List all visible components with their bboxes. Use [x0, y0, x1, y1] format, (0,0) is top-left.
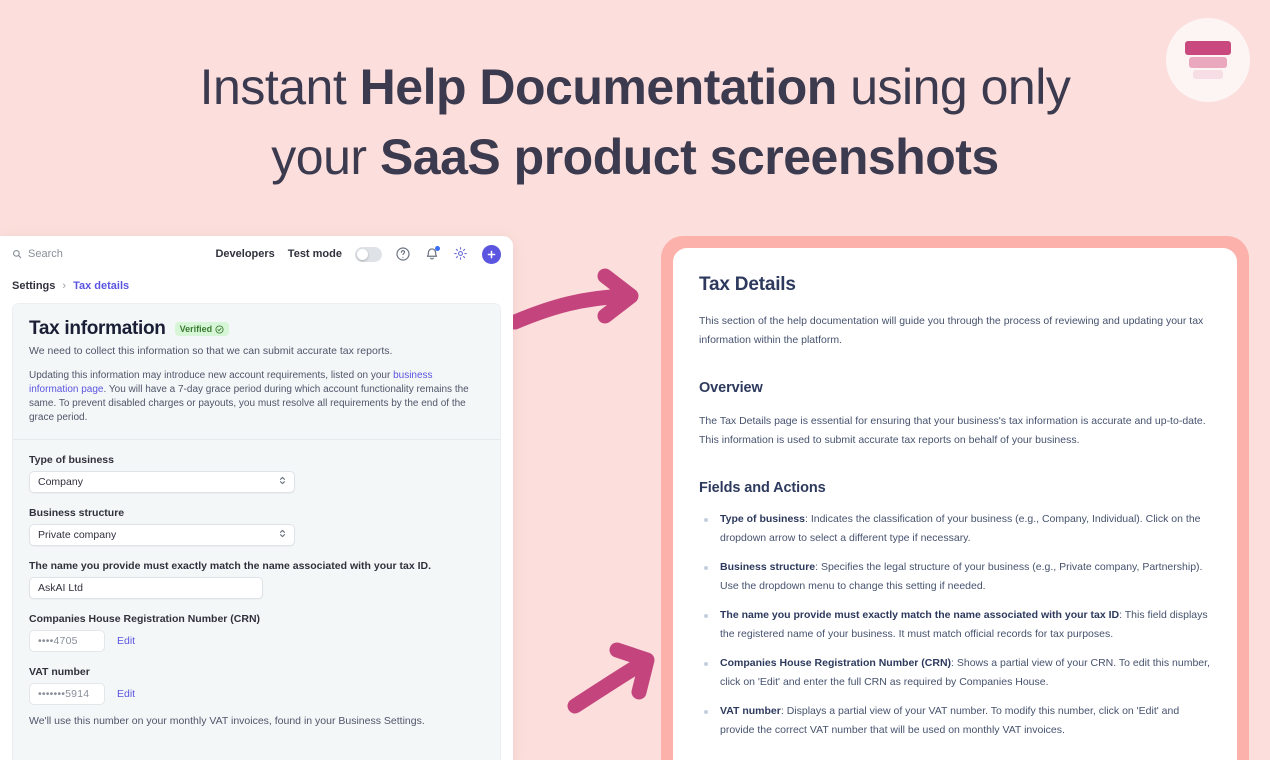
- legal-name-label: The name you provide must exactly match …: [29, 560, 484, 572]
- bullet-term: The name you provide must exactly match …: [720, 609, 1119, 621]
- arrow-top: [515, 276, 631, 322]
- field-type-of-business: Type of business Company: [29, 454, 484, 493]
- brand-logo: [1166, 18, 1250, 102]
- search-icon: [12, 249, 22, 259]
- bullet-term: Business structure: [720, 561, 815, 573]
- hero-banner: Instant Help Documentation using only yo…: [0, 0, 1270, 232]
- bullet-term: Type of business: [720, 513, 805, 525]
- headline-line-2: your SaaS product screenshots: [271, 129, 998, 185]
- crn-row: ••••4705 Edit: [29, 630, 484, 652]
- doc-intro: This section of the help documentation w…: [699, 312, 1211, 350]
- list-item: Companies House Registration Number (CRN…: [699, 654, 1211, 692]
- crn-edit-link[interactable]: Edit: [117, 635, 135, 647]
- chevron-updown-icon: [278, 475, 287, 489]
- search-input[interactable]: Search: [12, 248, 63, 260]
- logo-bar-bottom: [1193, 70, 1223, 79]
- headline-text: using only: [837, 59, 1071, 115]
- breadcrumb-separator: ›: [62, 280, 66, 292]
- breadcrumb: Settings › Tax details: [0, 272, 513, 292]
- field-crn: Companies House Registration Number (CRN…: [29, 613, 484, 652]
- field-business-structure: Business structure Private company: [29, 507, 484, 546]
- status-badge: Verified: [175, 322, 230, 336]
- headline-bold: SaaS product screenshots: [380, 129, 999, 185]
- chevron-updown-icon: [278, 528, 287, 542]
- doc-overview-heading: Overview: [699, 380, 1211, 396]
- headline-bold: Help Documentation: [360, 59, 837, 115]
- list-item: VAT number: Displays a partial view of y…: [699, 702, 1211, 740]
- card-divider: [13, 439, 500, 440]
- search-placeholder: Search: [28, 248, 63, 260]
- bullet-term: VAT number: [720, 705, 781, 717]
- doc-bullet-list: Type of business: Indicates the classifi…: [699, 510, 1211, 740]
- vat-edit-link[interactable]: Edit: [117, 688, 135, 700]
- business-structure-value: Private company: [38, 529, 116, 541]
- documentation-frame: Tax Details This section of the help doc…: [661, 236, 1249, 760]
- card-header: Tax information Verified: [29, 318, 484, 340]
- doc-title: Tax Details: [699, 274, 1211, 296]
- connector-arrows: [513, 236, 663, 760]
- list-item: The name you provide must exactly match …: [699, 606, 1211, 644]
- vat-label: VAT number: [29, 666, 484, 678]
- gear-icon[interactable]: [453, 246, 469, 262]
- developers-link[interactable]: Developers: [215, 248, 274, 260]
- tax-information-card: Tax information Verified We need to coll…: [12, 303, 501, 760]
- vat-input: •••••••5914: [29, 683, 105, 705]
- logo-bar-middle: [1189, 57, 1227, 68]
- toggle-knob: [357, 249, 368, 260]
- arrow-bottom: [575, 650, 647, 706]
- breadcrumb-tax-details[interactable]: Tax details: [73, 280, 129, 292]
- crn-label: Companies House Registration Number (CRN…: [29, 613, 484, 625]
- vat-helper-text: We'll use this number on your monthly VA…: [29, 715, 484, 727]
- note-text-before: Updating this information may introduce …: [29, 370, 393, 381]
- card-note: Updating this information may introduce …: [29, 369, 469, 425]
- help-circle-icon[interactable]: [395, 246, 411, 262]
- vat-value: •••••••5914: [38, 688, 89, 700]
- verified-label: Verified: [180, 324, 213, 334]
- topbar-actions: Developers Test mode: [215, 236, 501, 272]
- breadcrumb-settings[interactable]: Settings: [12, 280, 55, 292]
- bullet-term: Companies House Registration Number (CRN…: [720, 657, 951, 669]
- list-item: Business structure: Specifies the legal …: [699, 558, 1211, 596]
- page-title: Tax information: [29, 318, 166, 340]
- business-structure-label: Business structure: [29, 507, 484, 519]
- check-circle-icon: [215, 325, 224, 334]
- type-of-business-label: Type of business: [29, 454, 484, 466]
- legal-name-input[interactable]: AskAI Ltd: [29, 577, 263, 599]
- type-of-business-value: Company: [38, 476, 83, 488]
- field-legal-name: The name you provide must exactly match …: [29, 560, 484, 599]
- headline-text: Instant: [200, 59, 360, 115]
- notification-dot: [435, 246, 440, 251]
- field-vat: VAT number •••••••5914 Edit We'll use th…: [29, 666, 484, 727]
- test-mode-label: Test mode: [288, 248, 342, 260]
- documentation-card: Tax Details This section of the help doc…: [673, 248, 1237, 760]
- app-screenshot-panel: Search Developers Test mode: [0, 236, 513, 760]
- crn-value: ••••4705: [38, 635, 78, 647]
- doc-overview-text: The Tax Details page is essential for en…: [699, 412, 1211, 450]
- legal-name-value: AskAI Ltd: [38, 582, 83, 594]
- app-topbar: Search Developers Test mode: [0, 236, 513, 272]
- card-subtitle: We need to collect this information so t…: [29, 344, 484, 358]
- type-of-business-select[interactable]: Company: [29, 471, 295, 493]
- crn-input: ••••4705: [29, 630, 105, 652]
- page-headline: Instant Help Documentation using only yo…: [0, 52, 1270, 192]
- test-mode-toggle[interactable]: [355, 247, 382, 262]
- logo-bar-top: [1185, 41, 1231, 55]
- bullet-text: : Displays a partial view of your VAT nu…: [720, 705, 1179, 736]
- bell-icon[interactable]: [424, 246, 440, 262]
- headline-text: your: [271, 129, 380, 185]
- business-structure-select[interactable]: Private company: [29, 524, 295, 546]
- vat-row: •••••••5914 Edit: [29, 683, 484, 705]
- add-button[interactable]: [482, 245, 501, 264]
- headline-line-1: Instant Help Documentation using only: [200, 59, 1071, 115]
- list-item: Type of business: Indicates the classifi…: [699, 510, 1211, 548]
- doc-fields-heading: Fields and Actions: [699, 480, 1211, 496]
